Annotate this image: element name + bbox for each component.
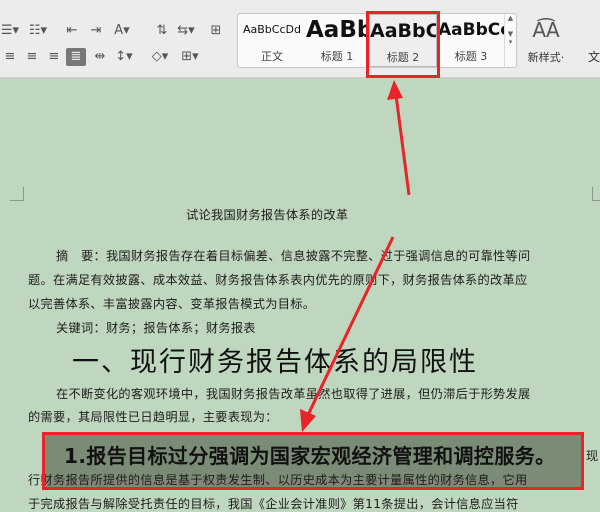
arrow-to-style	[387, 80, 411, 196]
annotation-arrows	[300, 80, 411, 432]
arrow-to-heading	[300, 236, 395, 432]
